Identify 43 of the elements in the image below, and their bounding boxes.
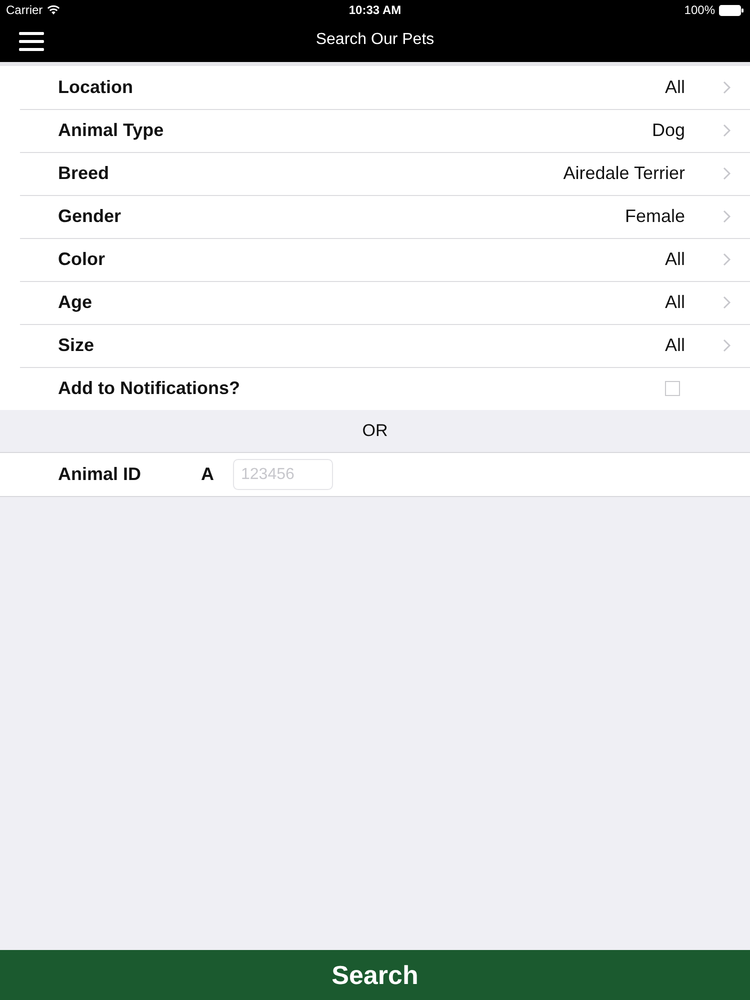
chevron-icon (723, 296, 731, 309)
chevron-icon (723, 339, 731, 352)
menu-icon[interactable] (19, 32, 44, 50)
chevron-icon (723, 167, 731, 180)
form-row[interactable]: Animal Type Dog (0, 109, 750, 152)
chevron-icon (723, 124, 731, 137)
row-label: Color (58, 249, 105, 270)
chevron-icon (723, 81, 731, 94)
chevron-icon (723, 253, 731, 266)
row-value: All (664, 77, 685, 98)
clock-time: 10:33 AM (348, 3, 402, 17)
row-label: Location (58, 77, 133, 98)
row-label: Gender (58, 206, 122, 227)
id-prefix: A (201, 464, 215, 485)
row-label: Size (58, 335, 94, 356)
row-label: Age (58, 292, 92, 313)
carrier-label: Carrier (6, 3, 43, 17)
form-row[interactable]: Location All (0, 66, 750, 109)
checkbox[interactable] (665, 381, 680, 396)
row-value: Female (624, 206, 685, 227)
battery-icon (719, 4, 744, 16)
form-row[interactable]: Breed Airedale Terrier (0, 152, 750, 195)
form-row[interactable]: Size All (0, 324, 750, 367)
row-value: All (664, 335, 685, 356)
row-label: Add to Notifications? (58, 378, 240, 399)
animal-id-field[interactable]: 123456 (233, 459, 333, 490)
form-row[interactable]: Add to Notifications? (0, 367, 750, 410)
animal-id-label: Animal ID (58, 464, 142, 485)
or-label: OR (362, 421, 388, 441)
row-value: Dog (652, 120, 685, 141)
battery-percent: 100% (684, 3, 715, 17)
search-button[interactable]: Search (0, 950, 750, 1000)
form-row[interactable]: Color All (0, 238, 750, 281)
row-value: Airedale Terrier (563, 163, 685, 184)
chevron-icon (723, 210, 731, 223)
form-row[interactable]: Age All (0, 281, 750, 324)
wifi-icon (46, 5, 60, 15)
row-label: Breed (58, 163, 110, 184)
row-label: Animal Type (58, 120, 164, 141)
nav-title: Search Our Pets (316, 31, 434, 49)
form-row[interactable]: Gender Female (0, 195, 750, 238)
row-value: All (664, 249, 685, 270)
row-value: All (664, 292, 685, 313)
